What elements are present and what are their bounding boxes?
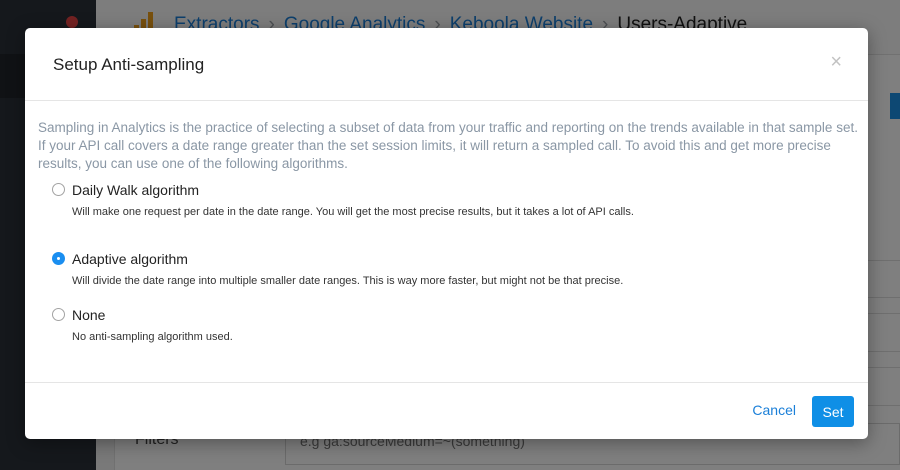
option-label[interactable]: Daily Walk algorithm [72, 182, 199, 198]
cancel-button[interactable]: Cancel [752, 402, 796, 418]
set-button[interactable]: Set [812, 396, 854, 427]
modal-body: Sampling in Analytics is the practice of… [25, 101, 868, 383]
radio-daily-walk[interactable] [52, 183, 65, 196]
modal-header: Setup Anti-sampling × [25, 28, 868, 101]
option-description: Will make one request per date in the da… [72, 206, 634, 218]
option-description: Will divide the date range into multiple… [72, 275, 624, 287]
modal-title: Setup Anti-sampling [53, 55, 205, 74]
radio-adaptive[interactable] [52, 252, 65, 265]
option-description: No anti-sampling algorithm used. [72, 331, 233, 343]
option-label[interactable]: Adaptive algorithm [72, 251, 188, 267]
close-icon[interactable]: × [830, 52, 842, 72]
option-label[interactable]: None [72, 307, 105, 323]
modal-footer: Cancel Set [25, 383, 868, 440]
intro-text: Sampling in Analytics is the practice of… [38, 120, 858, 171]
anti-sampling-modal: Setup Anti-sampling × Sampling in Analyt… [25, 28, 868, 439]
radio-none[interactable] [52, 308, 65, 321]
